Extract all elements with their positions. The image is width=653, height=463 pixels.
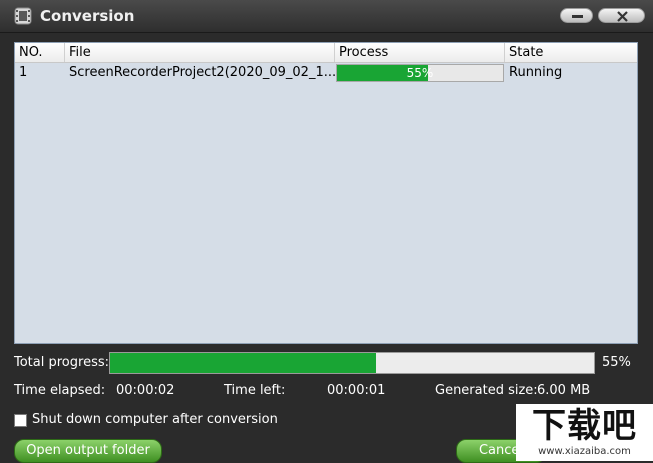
row-progress-text: 55% — [406, 66, 434, 80]
row-file-name: ScreenRecorderProject2(2020_09_02_1... — [69, 65, 335, 80]
time-left-value: 00:00:01 — [327, 383, 386, 398]
minimize-icon — [572, 15, 583, 18]
total-progress-percent: 55% — [602, 355, 631, 370]
total-progress-bar — [109, 352, 595, 374]
close-icon — [617, 11, 628, 22]
total-progress-label: Total progress: — [14, 355, 109, 370]
watermark-url: www.xiazaiba.com — [538, 446, 631, 457]
film-strip-icon — [14, 7, 32, 25]
conversion-list[interactable]: NO. File Process State 1 ScreenRecorderP… — [14, 42, 638, 344]
column-header-state[interactable]: State — [505, 43, 637, 62]
shutdown-checkbox[interactable] — [14, 414, 27, 427]
total-progress-fill — [110, 353, 377, 373]
list-header: NO. File Process State — [15, 43, 637, 63]
table-row[interactable]: 1 ScreenRecorderProject2(2020_09_02_1...… — [15, 63, 637, 83]
column-header-file[interactable]: File — [65, 43, 335, 62]
shutdown-label[interactable]: Shut down computer after conversion — [32, 412, 278, 427]
watermark-text: 下载吧 — [532, 406, 637, 446]
title-bar[interactable]: Conversion — [0, 0, 653, 33]
column-header-no[interactable]: NO. — [15, 43, 65, 62]
time-elapsed-label: Time elapsed: — [14, 383, 106, 398]
generated-size-value: 6.00 MB — [537, 383, 591, 398]
minimize-button[interactable] — [560, 8, 593, 23]
generated-size-label: Generated size: — [435, 383, 538, 398]
time-left-label: Time left: — [224, 383, 286, 398]
column-header-process[interactable]: Process — [335, 43, 505, 62]
row-number: 1 — [19, 65, 28, 80]
window-title: Conversion — [40, 7, 135, 25]
row-progress-bar: 55% — [336, 64, 504, 82]
row-state: Running — [509, 65, 563, 80]
open-output-folder-button[interactable]: Open output folder — [14, 439, 162, 463]
close-button[interactable] — [598, 8, 645, 23]
watermark-logo: 下载吧 www.xiazaiba.com — [516, 404, 653, 461]
time-elapsed-value: 00:00:02 — [116, 383, 175, 398]
